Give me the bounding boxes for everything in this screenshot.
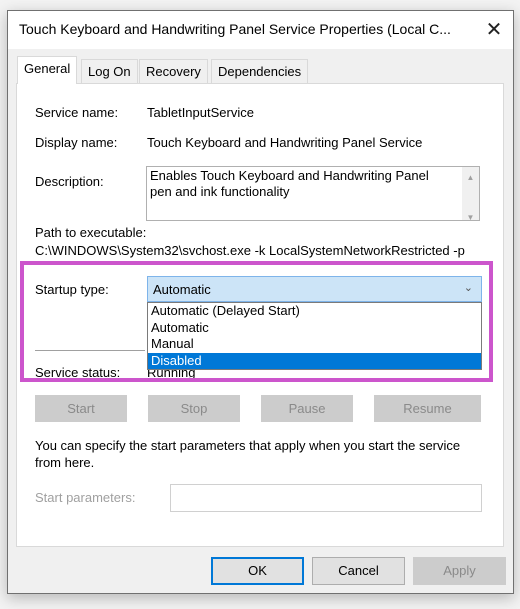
close-icon[interactable]: ✕ bbox=[480, 16, 508, 44]
title-bar: Touch Keyboard and Handwriting Panel Ser… bbox=[8, 11, 513, 49]
description-scrollbar[interactable]: ▲ ▼ bbox=[462, 167, 479, 222]
ok-button[interactable]: OK bbox=[211, 557, 304, 585]
service-name-label: Service name: bbox=[35, 105, 119, 120]
window-title: Touch Keyboard and Handwriting Panel Ser… bbox=[19, 21, 451, 37]
display-name-label: Display name: bbox=[35, 135, 118, 150]
tab-recovery[interactable]: Recovery bbox=[139, 59, 208, 83]
description-label: Description: bbox=[35, 174, 104, 189]
properties-dialog: Touch Keyboard and Handwriting Panel Ser… bbox=[7, 10, 514, 594]
start-params-hint: You can specify the start parameters tha… bbox=[35, 438, 461, 470]
tab-dependencies[interactable]: Dependencies bbox=[211, 59, 309, 83]
start-button[interactable]: Start bbox=[35, 395, 127, 422]
description-value: Enables Touch Keyboard and Handwriting P… bbox=[150, 168, 429, 199]
cancel-button[interactable]: Cancel bbox=[312, 557, 405, 585]
pause-button[interactable]: Pause bbox=[261, 395, 353, 422]
start-params-input[interactable] bbox=[170, 484, 482, 512]
apply-button[interactable]: Apply bbox=[413, 557, 506, 585]
service-name-value: TabletInputService bbox=[147, 105, 254, 120]
display-name-value: Touch Keyboard and Handwriting Panel Ser… bbox=[147, 135, 423, 150]
path-value: C:\WINDOWS\System32\svchost.exe -k Local… bbox=[35, 243, 465, 258]
highlight-box bbox=[20, 261, 493, 382]
tab-log-on[interactable]: Log On bbox=[81, 59, 138, 83]
path-label: Path to executable: bbox=[35, 225, 147, 240]
resume-button[interactable]: Resume bbox=[374, 395, 481, 422]
stop-button[interactable]: Stop bbox=[148, 395, 240, 422]
description-text[interactable]: Enables Touch Keyboard and Handwriting P… bbox=[146, 166, 480, 222]
tab-general[interactable]: General bbox=[17, 56, 78, 84]
start-params-label: Start parameters: bbox=[35, 490, 136, 505]
